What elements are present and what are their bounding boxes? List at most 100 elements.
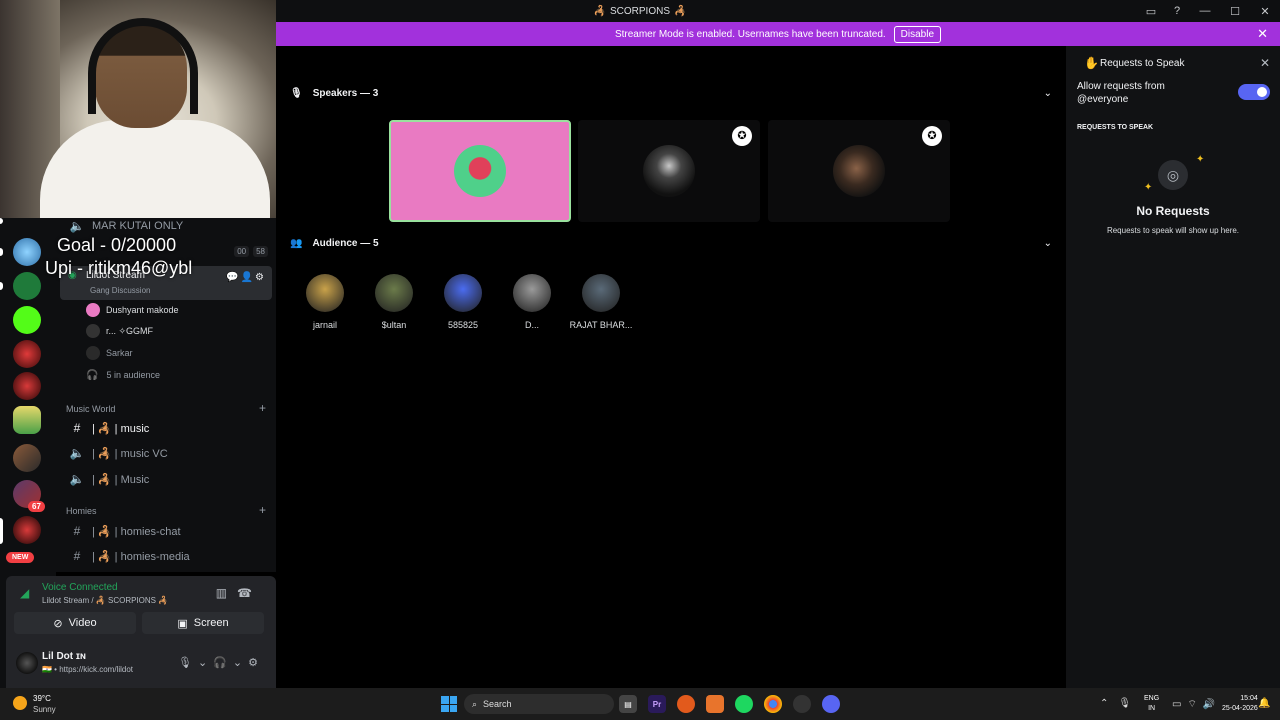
scorpions-server-icon[interactable] (13, 340, 41, 368)
maximize-button[interactable]: ☐ (1220, 5, 1250, 18)
webcam-person-body (40, 120, 270, 218)
avatar (86, 346, 100, 360)
hashtag-icon: # (73, 524, 81, 538)
avatar (86, 324, 100, 338)
avatar[interactable] (16, 652, 38, 674)
kick-server-icon[interactable] (13, 306, 41, 334)
search-icon: ⌕ (472, 698, 478, 709)
audience-member[interactable]: $ultan (359, 274, 429, 330)
user-controls[interactable]: 🎙⌄🎧⌄⚙ (178, 656, 264, 669)
audience-member[interactable]: D... (497, 274, 567, 330)
taskbar-search[interactable]: ⌕ Search (464, 694, 614, 714)
audience-count: 🎧 5 in audience (86, 365, 160, 385)
weather-temp[interactable]: 39°C (33, 694, 51, 703)
add-channel-icon[interactable]: + (259, 401, 266, 415)
video-button[interactable]: ⊘ Video (14, 612, 136, 634)
signal-icon[interactable]: ◢ (20, 586, 29, 600)
server-icon[interactable] (13, 272, 41, 300)
allow-requests-toggle[interactable] (1238, 84, 1270, 100)
server-icon[interactable] (13, 406, 41, 434)
disable-streamer-mode-button[interactable]: Disable (893, 25, 942, 43)
inbox-icon[interactable]: ▭ (1138, 5, 1164, 18)
firefox-icon[interactable] (677, 695, 695, 713)
lang-code: ENG (1144, 695, 1160, 702)
discord-icon[interactable] (822, 695, 840, 713)
channel-item-music-voice[interactable]: 🔈 | 🦂 | Music (56, 467, 276, 491)
screen-share-button[interactable]: ▣ Screen (142, 612, 264, 634)
user-panel: Lil Dot ɪɴ 🇮🇳 • https://kick.com/lildot … (6, 646, 276, 688)
sparkle-icon: ✦ (1196, 154, 1205, 165)
channel-item-homies-chat[interactable]: # | 🦂 | homies-chat (56, 519, 276, 543)
file-explorer-icon[interactable]: ▤ (619, 695, 637, 713)
unread-badge: 67 (28, 501, 45, 512)
spotify-icon[interactable] (735, 695, 753, 713)
stage-member[interactable]: Sarkar (86, 343, 133, 363)
minimize-button[interactable]: — (1190, 5, 1220, 17)
add-channel-icon[interactable]: + (259, 503, 266, 517)
video-off-icon: ⊘ (53, 617, 63, 630)
sun-icon[interactable] (13, 696, 27, 710)
server-icon[interactable] (13, 516, 41, 544)
channel-name: | 🦂 | homies-media (92, 550, 190, 563)
close-icon[interactable]: ✕ (1260, 56, 1270, 70)
banner-text: Streamer Mode is enabled. Usernames have… (614, 28, 886, 40)
network-volume-icons[interactable]: ▭⌔🔊 (1172, 698, 1221, 711)
audience-member[interactable]: jarnail (290, 274, 360, 330)
panel-title: Requests to Speak (1100, 58, 1185, 69)
speakers-header[interactable]: 🎙 Speakers — 3 (290, 88, 378, 99)
channel-item-homies-media[interactable]: # | 🦂 | homies-media (56, 544, 276, 568)
notification-icon[interactable]: 🔔 (1258, 698, 1270, 709)
category-homies[interactable]: Homies (66, 506, 97, 516)
audience-header[interactable]: 👥 Audience — 5 (290, 238, 379, 249)
speaker-tile[interactable]: ✪ (578, 120, 760, 222)
obs-icon[interactable] (793, 695, 811, 713)
audience-name: jarnail (312, 320, 337, 330)
audience-name: $ultan (381, 320, 407, 330)
close-icon[interactable]: ✕ (1257, 26, 1268, 42)
server-icon[interactable] (13, 238, 41, 266)
hand-icon: ✋ (1084, 56, 1099, 70)
channel-item-music-vc[interactable]: 🔈 | 🦂 | music VC (56, 441, 276, 465)
windows-start-icon[interactable] (441, 696, 457, 712)
audience-member[interactable]: RAJAT BHAR... (566, 274, 636, 330)
stage-actions[interactable]: 💬👤⚙ (226, 272, 266, 283)
voice-icon: 🔈 (69, 219, 85, 233)
fl-studio-icon[interactable] (706, 695, 724, 713)
people-icon: 👥 (290, 238, 303, 249)
audience-member[interactable]: 585825 (428, 274, 498, 330)
stage-member[interactable]: r... ✧GGMF (86, 321, 153, 341)
chevron-down-icon[interactable]: ⌄ (1044, 238, 1052, 249)
video-label: Video (68, 617, 97, 629)
weather-desc[interactable]: Sunny (33, 705, 56, 714)
speaker-tile[interactable]: ✪ (768, 120, 950, 222)
section-heading: REQUESTS TO SPEAK (1077, 124, 1154, 131)
voice-status[interactable]: Voice Connected (42, 582, 118, 593)
chrome-icon[interactable] (764, 695, 782, 713)
member-name: r... ✧GGMF (106, 325, 154, 336)
speaker-tile[interactable] (389, 120, 571, 222)
avatar (513, 274, 551, 312)
stage-member[interactable]: Dushyant makode (86, 300, 179, 320)
category-music-world[interactable]: Music World (66, 404, 115, 414)
channel-name: | 🦂 | homies-chat (92, 525, 181, 538)
server-icon[interactable] (13, 372, 41, 400)
server-folder-icon[interactable] (13, 444, 41, 472)
chevron-down-icon[interactable]: ⌄ (1044, 88, 1052, 99)
close-window-button[interactable]: ✕ (1250, 5, 1280, 18)
voice-actions[interactable]: ▥☎ (216, 586, 262, 600)
voice-location[interactable]: Lildot Stream / 🦂 SCORPIONS 🦂 (42, 596, 168, 605)
language-indicator[interactable]: ENG IN (1144, 694, 1159, 714)
stage-topic: Gang Discussion (90, 286, 151, 295)
username[interactable]: Lil Dot ɪɴ (42, 651, 86, 662)
audience-text: 5 in audience (106, 370, 160, 380)
server-pill (0, 518, 3, 544)
count-right: 58 (253, 246, 268, 257)
channel-item-music[interactable]: # | 🦂 | music (56, 416, 276, 440)
system-tray[interactable]: ⌃🎙 (1100, 698, 1141, 709)
server-pill (0, 218, 3, 224)
help-icon[interactable]: ? (1164, 5, 1190, 17)
premiere-icon[interactable]: Pr (648, 695, 666, 713)
clock[interactable]: 15:04 25-04-2026 (1222, 694, 1258, 714)
hashtag-icon: # (73, 421, 81, 435)
stream-goal-text: Goal - 0/20000 (57, 235, 177, 255)
